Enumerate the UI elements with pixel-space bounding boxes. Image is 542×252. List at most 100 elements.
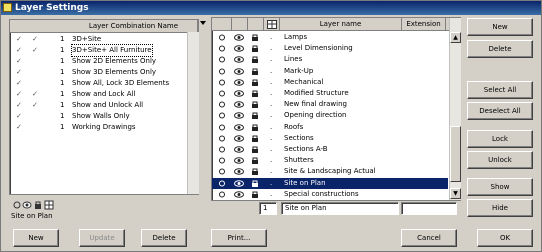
layer-number-field[interactable]: 1: [259, 202, 277, 215]
update-combination-button[interactable]: Update: [79, 229, 125, 247]
hide-button[interactable]: Hide: [467, 199, 533, 217]
layer-row[interactable]: . Modified Structure: [212, 88, 448, 99]
on-column-header[interactable]: [212, 18, 232, 31]
eye-icon[interactable]: [234, 56, 244, 64]
select-all-button[interactable]: Select All: [467, 81, 533, 99]
combination-name-header[interactable]: Layer Combination Name: [70, 20, 198, 33]
eye-icon[interactable]: [234, 78, 244, 86]
layer-on-icon[interactable]: [218, 45, 226, 52]
layer-row[interactable]: . Site & Landscaping Actual: [212, 166, 448, 177]
layer-on-icon[interactable]: [218, 146, 226, 153]
eye-icon[interactable]: [234, 179, 244, 187]
extension-header[interactable]: Extension: [402, 18, 446, 31]
layer-on-icon[interactable]: [218, 34, 226, 41]
lock-column-header[interactable]: [248, 18, 264, 31]
layer-list-scrollbar[interactable]: ▲ ▼: [449, 18, 461, 200]
layer-row[interactable]: . Special constructions: [212, 189, 448, 200]
lock-icon[interactable]: [251, 135, 259, 142]
lock-icon[interactable]: [251, 79, 259, 86]
combination-row[interactable]: ✓ ✓ 1 3D+Site+ All Furniture: [10, 44, 188, 57]
layer-row[interactable]: . New final drawing: [212, 99, 448, 110]
eye-icon[interactable]: [234, 67, 244, 75]
layer-combination-list[interactable]: Layer Combination Name ✓ ✓ 1 3D+Site ✓ ✓ 1 3D+S…: [9, 19, 199, 195]
lock-icon[interactable]: [251, 90, 259, 97]
lock-icon[interactable]: [251, 101, 259, 109]
eye-icon[interactable]: [234, 157, 244, 164]
deselect-all-button[interactable]: Deselect All: [467, 102, 533, 120]
layer-on-icon[interactable]: [218, 112, 226, 119]
lock-icon[interactable]: [251, 146, 259, 153]
lock-icon[interactable]: [251, 56, 259, 64]
layer-on-icon[interactable]: [218, 124, 226, 131]
layer-row[interactable]: . Lines: [212, 54, 448, 65]
new-layer-button[interactable]: New: [467, 18, 533, 36]
layer-on-icon[interactable]: [218, 191, 226, 198]
lock-icon[interactable]: [251, 45, 259, 53]
delete-combination-button[interactable]: Delete: [141, 229, 187, 247]
cancel-button[interactable]: Cancel: [401, 229, 457, 247]
panel-splitter-arrow[interactable]: [200, 21, 206, 27]
combination-row[interactable]: ✓ ✓ 1 Show and Unlock All: [10, 100, 188, 111]
layer-row[interactable]: . Lamps: [212, 32, 448, 43]
lock-icon[interactable]: [251, 191, 259, 198]
layer-on-icon[interactable]: [218, 180, 226, 187]
scroll-up-button[interactable]: ▲: [450, 32, 461, 43]
new-combination-button[interactable]: New: [13, 229, 59, 247]
layer-list[interactable]: Layer name Extension ▼ . Lamps. Level Dime…: [211, 17, 461, 201]
lock-icon[interactable]: [251, 124, 259, 131]
ok-button[interactable]: OK: [477, 229, 533, 247]
layer-row[interactable]: . Mechanical: [212, 77, 448, 88]
eye-icon[interactable]: [234, 134, 244, 142]
combination-row[interactable]: ✓ 1 Show 2D Elements Only: [10, 56, 188, 67]
eye-icon[interactable]: [234, 90, 244, 97]
layer-extension-field[interactable]: [401, 202, 457, 215]
combination-row[interactable]: ✓ 1 Show 3D Elements Only: [10, 67, 188, 78]
lock-icon[interactable]: [251, 68, 259, 75]
wireframe-column-header[interactable]: [264, 18, 280, 31]
layer-on-icon[interactable]: [218, 90, 226, 97]
eye-icon[interactable]: [234, 34, 244, 41]
lock-icon[interactable]: [251, 112, 259, 120]
eye-icon[interactable]: [234, 190, 244, 198]
scroll-down-button[interactable]: ▼: [450, 188, 461, 199]
layer-on-icon[interactable]: [218, 79, 226, 86]
combination-row[interactable]: ✓ 1 Show All, Lock 3D Elements: [10, 78, 188, 89]
layer-on-icon[interactable]: [218, 157, 226, 164]
eye-icon[interactable]: [234, 168, 244, 176]
lock-icon[interactable]: [251, 34, 259, 41]
combination-row[interactable]: ✓ ✓ 1 3D+Site: [10, 34, 188, 45]
delete-layer-button[interactable]: Delete: [467, 40, 533, 58]
layer-row[interactable]: . Site on Plan: [212, 177, 448, 189]
eye-icon[interactable]: [234, 101, 244, 108]
layer-on-icon[interactable]: [218, 101, 226, 108]
eye-icon[interactable]: [234, 146, 244, 153]
layer-row[interactable]: . Opening direction: [212, 110, 448, 121]
print-button[interactable]: Print...: [211, 229, 267, 247]
combination-list-scrollbar[interactable]: [187, 32, 199, 194]
layer-row[interactable]: . Sections A-B: [212, 144, 448, 155]
layer-row[interactable]: . Shutters: [212, 155, 448, 166]
lock-button[interactable]: Lock: [467, 130, 533, 148]
layer-name-header[interactable]: Layer name: [280, 18, 402, 31]
layer-on-icon[interactable]: [218, 56, 226, 63]
scroll-thumb[interactable]: [450, 126, 461, 182]
combination-row[interactable]: ✓ ✓ 1 Show and Lock All: [10, 89, 188, 100]
eye-icon[interactable]: [234, 112, 244, 120]
lock-icon[interactable]: [251, 180, 259, 187]
layer-row[interactable]: . Roofs: [212, 122, 448, 133]
layer-row[interactable]: . Sections: [212, 133, 448, 144]
layer-on-icon[interactable]: [218, 168, 226, 175]
show-button[interactable]: Show: [467, 178, 533, 196]
combination-row[interactable]: ✓ 1 Show Walls Only: [10, 111, 188, 122]
layer-on-icon[interactable]: [218, 135, 226, 142]
layer-on-icon[interactable]: [218, 68, 226, 75]
unlock-button[interactable]: Unlock: [467, 151, 533, 169]
layer-row[interactable]: . Mark-Up: [212, 66, 448, 77]
combination-row[interactable]: ✓ 1 Working Drawings: [10, 122, 188, 133]
eye-icon[interactable]: [234, 123, 244, 131]
visibility-column-header[interactable]: [232, 18, 248, 31]
layer-name-field[interactable]: Site on Plan: [281, 202, 399, 215]
lock-icon[interactable]: [251, 168, 259, 176]
layer-row[interactable]: . Level Dimensioning: [212, 43, 448, 54]
eye-icon[interactable]: [234, 45, 244, 52]
